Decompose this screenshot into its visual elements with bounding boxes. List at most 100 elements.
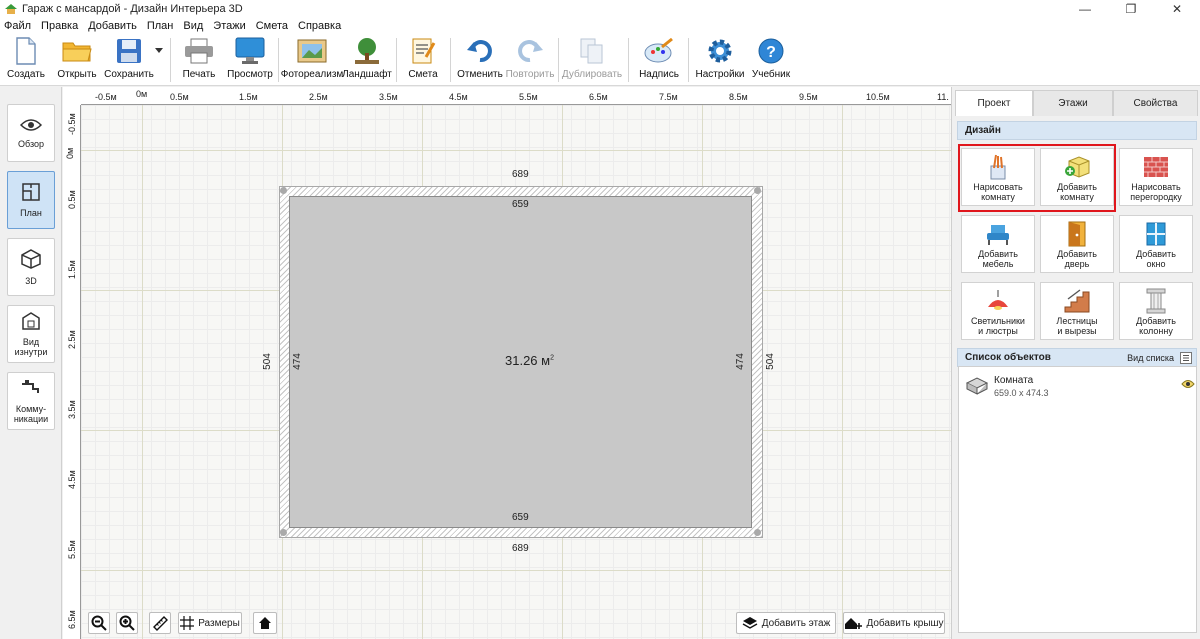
ruler-label: 1.5м — [67, 260, 77, 279]
wall-corner-handle[interactable] — [754, 529, 761, 536]
stairs-button[interactable]: Лестницы и вырезы — [1040, 282, 1114, 340]
ruler-icon — [153, 616, 168, 631]
add-roof-label: Добавить крышу — [866, 617, 944, 629]
save-dropdown-button[interactable] — [154, 36, 164, 84]
create-button[interactable]: Создать — [6, 36, 46, 84]
ruler-label: 0.5м — [67, 190, 77, 209]
add-furniture-button[interactable]: Добавить мебель — [961, 215, 1035, 273]
ruler-label: 10.5м — [866, 92, 890, 102]
add-window-button[interactable]: Добавить окно — [1119, 215, 1193, 273]
plan-button[interactable]: План — [7, 171, 55, 229]
ruler-label: 0м — [65, 147, 75, 159]
ruler-label: 2.5м — [309, 92, 328, 102]
open-button[interactable]: Открыть — [56, 36, 98, 84]
redo-label: Повторить — [505, 69, 555, 80]
wall-corner-handle[interactable] — [754, 187, 761, 194]
view-mode-panel: Обзор План 3D Вид изнутри Комму- никации — [0, 87, 62, 639]
add-column-button[interactable]: Добавить колонну — [1119, 282, 1193, 340]
ruler-label: 6.5м — [67, 610, 77, 629]
zoom-out-button[interactable] — [88, 612, 110, 634]
save-button[interactable]: Сохранить — [104, 36, 154, 84]
photo-frame-icon — [296, 36, 328, 66]
add-column-label: Добавить колонну — [1136, 316, 1176, 336]
settings-button[interactable]: Настройки — [695, 36, 745, 84]
objects-section-header: Список объектов Вид списка — [957, 348, 1197, 367]
tutorial-button[interactable]: ? Учебник — [750, 36, 792, 84]
utilities-button[interactable]: Комму- никации — [7, 372, 55, 430]
dimensions-button[interactable]: Размеры — [178, 612, 242, 634]
toolbar-separator — [170, 38, 171, 82]
measure-tool-button[interactable] — [149, 612, 171, 634]
home-view-button[interactable] — [253, 612, 277, 634]
dimensions-label: Размеры — [198, 617, 240, 629]
tab-properties[interactable]: Свойства — [1113, 90, 1198, 116]
add-door-button[interactable]: Добавить дверь — [1040, 215, 1114, 273]
lights-button[interactable]: Светильники и люстры — [961, 282, 1035, 340]
inside-view-button[interactable]: Вид изнутри — [7, 305, 55, 363]
photoreal-button[interactable]: Фотореализм — [281, 36, 343, 84]
menu-help[interactable]: Справка — [298, 20, 341, 32]
print-button[interactable]: Печать — [180, 36, 218, 84]
toolbar-separator — [278, 38, 279, 82]
preview-button[interactable]: Просмотр — [227, 36, 273, 84]
estimate-button[interactable]: Смета — [404, 36, 442, 84]
menu-add[interactable]: Добавить — [88, 20, 137, 32]
plan-canvas[interactable]: -0.5м 0м 0.5м 1.5м 2.5м 3.5м 4.5м 5.5м 6… — [63, 87, 951, 639]
close-button[interactable]: ✕ — [1154, 0, 1200, 18]
overview-label: Обзор — [18, 138, 44, 149]
add-roof-button[interactable]: Добавить крышу — [843, 612, 945, 634]
duplicate-label: Дублировать — [561, 69, 623, 80]
landscape-button[interactable]: Ландшафт — [342, 36, 392, 84]
tree-icon — [351, 36, 383, 66]
list-item[interactable]: Комната 659.0 x 474.3 — [965, 375, 1195, 403]
minimize-button[interactable]: — — [1062, 0, 1108, 18]
wall-corner-handle[interactable] — [280, 187, 287, 194]
inner-width-top-dimension: 659 — [512, 199, 529, 210]
menu-view[interactable]: Вид — [183, 20, 203, 32]
grid-major-line — [81, 150, 951, 151]
photoreal-label: Фотореализм — [280, 69, 344, 80]
ruler-label: 4.5м — [67, 470, 77, 489]
redo-button[interactable]: Повторить — [506, 36, 554, 84]
menu-edit[interactable]: Правка — [41, 20, 78, 32]
lights-label: Светильники и люстры — [971, 316, 1025, 336]
window-icon — [1142, 221, 1170, 247]
draw-partition-button[interactable]: Нарисовать перегородку — [1119, 148, 1193, 206]
maximize-button[interactable]: ❐ — [1108, 0, 1154, 18]
ruler-label: -0.5м — [67, 113, 77, 135]
ruler-label: 5.5м — [519, 92, 538, 102]
zoom-in-button[interactable] — [116, 612, 138, 634]
undo-button[interactable]: Отменить — [457, 36, 503, 84]
stairs-label: Лестницы и вырезы — [1056, 316, 1098, 336]
add-floor-label: Добавить этаж — [761, 617, 831, 629]
add-furniture-label: Добавить мебель — [978, 249, 1018, 269]
brick-wall-icon — [1142, 154, 1170, 180]
list-view-toggle[interactable]: Вид списка — [1127, 351, 1192, 364]
menu-estimate[interactable]: Смета — [256, 20, 288, 32]
caption-button[interactable]: Надпись — [638, 36, 680, 84]
menu-file[interactable]: Файл — [4, 20, 31, 32]
ruler-label: 8.5м — [729, 92, 748, 102]
inside-view-icon — [21, 311, 41, 333]
menu-plan[interactable]: План — [147, 20, 174, 32]
visibility-eye-icon — [1181, 380, 1195, 388]
ceiling-lamp-icon — [984, 288, 1012, 314]
tab-project[interactable]: Проект — [955, 90, 1033, 116]
title-bar: Гараж с мансардой - Дизайн Интерьера 3D … — [0, 0, 1200, 18]
inner-width-bottom-dimension: 659 — [512, 512, 529, 523]
view-3d-button[interactable]: 3D — [7, 238, 55, 296]
highlight-frame — [958, 144, 1116, 212]
duplicate-button[interactable]: Дублировать — [562, 36, 622, 84]
settings-label: Настройки — [695, 69, 745, 80]
floppy-disk-icon — [113, 36, 145, 66]
ruler-label: 2.5м — [67, 330, 77, 349]
ruler-label: 0.5м — [170, 92, 189, 102]
overview-button[interactable]: Обзор — [7, 104, 55, 162]
wall-corner-handle[interactable] — [280, 529, 287, 536]
add-floor-button[interactable]: Добавить этаж — [736, 612, 836, 634]
objects-list: Комната 659.0 x 474.3 — [958, 366, 1197, 633]
new-file-icon — [10, 36, 42, 66]
tab-floors[interactable]: Этажи — [1033, 90, 1113, 116]
menu-floors[interactable]: Этажи — [213, 20, 245, 32]
room-object-icon — [965, 377, 989, 395]
